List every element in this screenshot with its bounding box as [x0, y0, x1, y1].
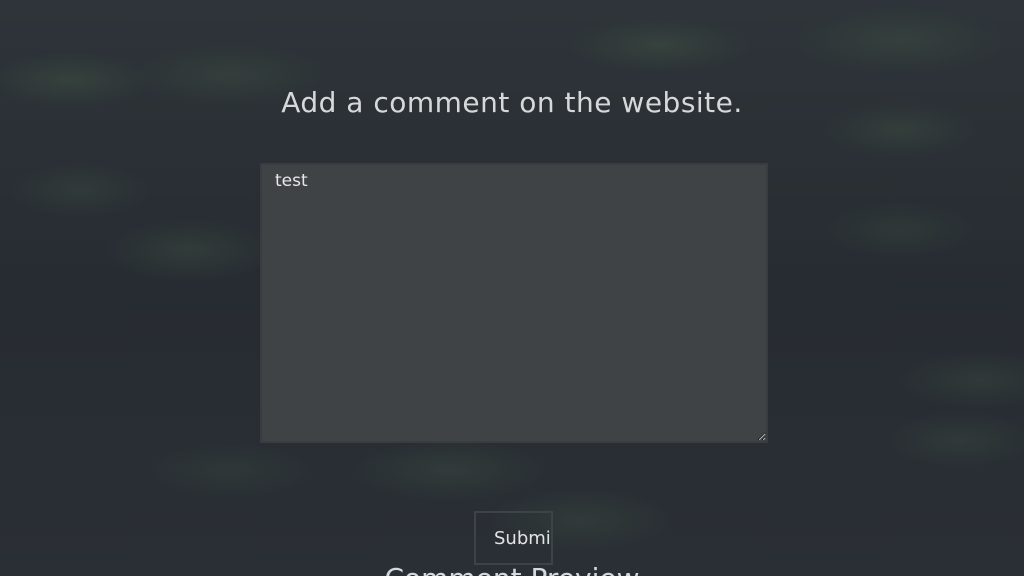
comment-page: Add a comment on the website. test Submi…	[0, 0, 1024, 576]
comment-textarea[interactable]: test	[260, 163, 768, 443]
page-title: Add a comment on the website.	[281, 86, 743, 119]
submit-button[interactable]: Submit	[474, 511, 553, 565]
comment-preview-heading: Comment Preview	[0, 562, 1024, 576]
